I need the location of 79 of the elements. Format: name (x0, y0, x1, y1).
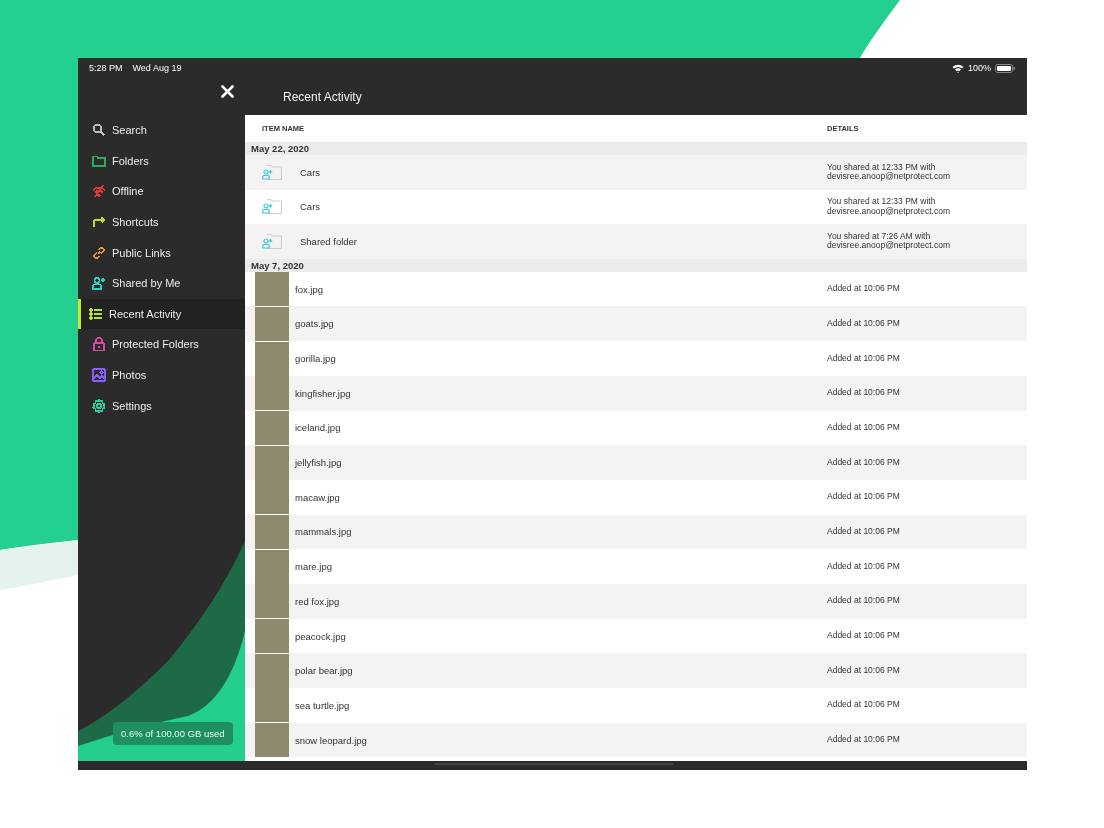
photo-placeholder (255, 376, 289, 411)
photo-placeholder (255, 723, 289, 758)
file-name: Cars (300, 166, 321, 178)
activity-details: Added at 10:06 PM (827, 527, 901, 537)
sidebar-item[interactable]: Shortcuts (78, 206, 245, 238)
file-name: macaw.jpg (295, 491, 340, 503)
file-name: Cars (300, 201, 321, 213)
file-row[interactable]: Cars You shared at 12:33 PM with devisree.anoop@netprotect.com (245, 155, 1027, 190)
photo-placeholder (255, 410, 289, 445)
activity-details: Added at 10:06 PM (827, 492, 901, 503)
file-name: peacock.jpg (295, 630, 346, 642)
date-group-header: May 22, 2020 (245, 142, 1027, 155)
file-name: mammals.jpg (295, 526, 352, 538)
file-row[interactable]: polar bear.jpg Added at 10:06 PM (245, 653, 1027, 689)
sidebar-item[interactable]: Shared by Me (78, 267, 245, 299)
file-name: red fox.jpg (295, 595, 340, 607)
file-name: fox.jpg (295, 283, 323, 295)
file-name: Shared folder (300, 236, 358, 247)
file-row[interactable]: mammals.jpg Added at 10:06 PM (245, 514, 1027, 550)
file-name: kingfisher.jpg (295, 387, 351, 399)
file-name: sea turtle.jpg (295, 699, 350, 711)
shared-folder-icon (262, 164, 282, 180)
activity-details: Added at 10:06 PM (827, 735, 901, 745)
sidebar-item[interactable]: Offline (78, 176, 245, 207)
photo-placeholder (255, 445, 289, 480)
screen-title: Recent Activity (283, 89, 362, 104)
file-row[interactable]: kingfisher.jpg Added at 10:06 PM (245, 375, 1027, 411)
activity-details: Added at 10:06 PM (827, 631, 901, 641)
wifi-icon (951, 63, 964, 73)
sidebar-item[interactable]: Recent Activity (78, 298, 245, 330)
sidebar-item[interactable]: Public Links (78, 237, 245, 268)
photo-placeholder (255, 619, 289, 653)
file-row[interactable]: Shared folder You shared at 7:26 AM with devisree.anoop@netprotect.com (245, 224, 1027, 259)
sidebar-item[interactable]: Settings (78, 390, 245, 421)
storage-usage-badge: 0.6% of 100.00 GB used (113, 722, 233, 745)
activity-details: You shared at 7:26 AM with devisree.anoop@netprotect.com (827, 231, 951, 252)
activity-details: Added at 10:06 PM (827, 700, 901, 711)
sidebar-item[interactable]: Photos (78, 359, 245, 391)
activity-details: Added at 10:06 PM (827, 388, 901, 399)
activity-details: Added at 10:06 PM (827, 353, 901, 364)
file-row[interactable]: snow leopard.jpg Added at 10:06 PM (245, 722, 1027, 758)
battery-percent: 100% (967, 63, 991, 73)
sidebar-item[interactable]: Folders (78, 145, 245, 177)
activity-details: Added at 10:06 PM (827, 284, 901, 294)
file-name: goats.jpg (295, 318, 334, 330)
activity-details: Added at 10:06 PM (827, 561, 901, 572)
file-name: mare.jpg (295, 561, 332, 573)
photo-placeholder (255, 584, 289, 619)
file-name: polar bear.jpg (295, 665, 353, 677)
file-row[interactable]: jellyfish.jpg Added at 10:06 PM (245, 445, 1027, 480)
photo-placeholder (255, 653, 289, 688)
status-time: 5:28 PM (89, 63, 123, 73)
file-name: snow leopard.jpg (295, 734, 367, 746)
photo-placeholder (255, 514, 289, 549)
close-icon[interactable] (221, 85, 234, 98)
activity-details: Added at 10:06 PM (827, 318, 901, 329)
file-name: iceland.jpg (295, 422, 341, 434)
photo-placeholder (255, 549, 289, 584)
activity-details: Added at 10:06 PM (827, 596, 901, 607)
file-name: gorilla.jpg (295, 353, 336, 364)
file-row[interactable]: goats.jpg Added at 10:06 PM (245, 306, 1027, 342)
activity-details: You shared at 12:33 PM with devisree.anoop@netprotect.com (827, 162, 951, 183)
status-date: Wed Aug 19 (132, 63, 182, 73)
photo-placeholder (255, 306, 289, 341)
sidebar-item[interactable]: Search (78, 115, 245, 146)
battery-icon (995, 63, 1015, 73)
shared-folder-icon (262, 199, 282, 215)
activity-details: Added at 10:06 PM (827, 423, 901, 433)
photo-placeholder (255, 272, 289, 307)
shared-folder-icon (262, 234, 282, 249)
activity-details: Added at 10:06 PM (827, 665, 901, 676)
file-name: jellyfish.jpg (295, 457, 342, 469)
activity-details: Added at 10:06 PM (827, 457, 901, 468)
photo-placeholder (255, 480, 289, 515)
activity-details: You shared at 12:33 PM with devisree.anoop@netprotect.com (827, 197, 951, 217)
photo-placeholder (255, 688, 289, 723)
file-row[interactable]: red fox.jpg Added at 10:06 PM (245, 583, 1027, 619)
photo-placeholder (255, 341, 289, 376)
sidebar-item[interactable]: Protected Folders (78, 329, 245, 360)
